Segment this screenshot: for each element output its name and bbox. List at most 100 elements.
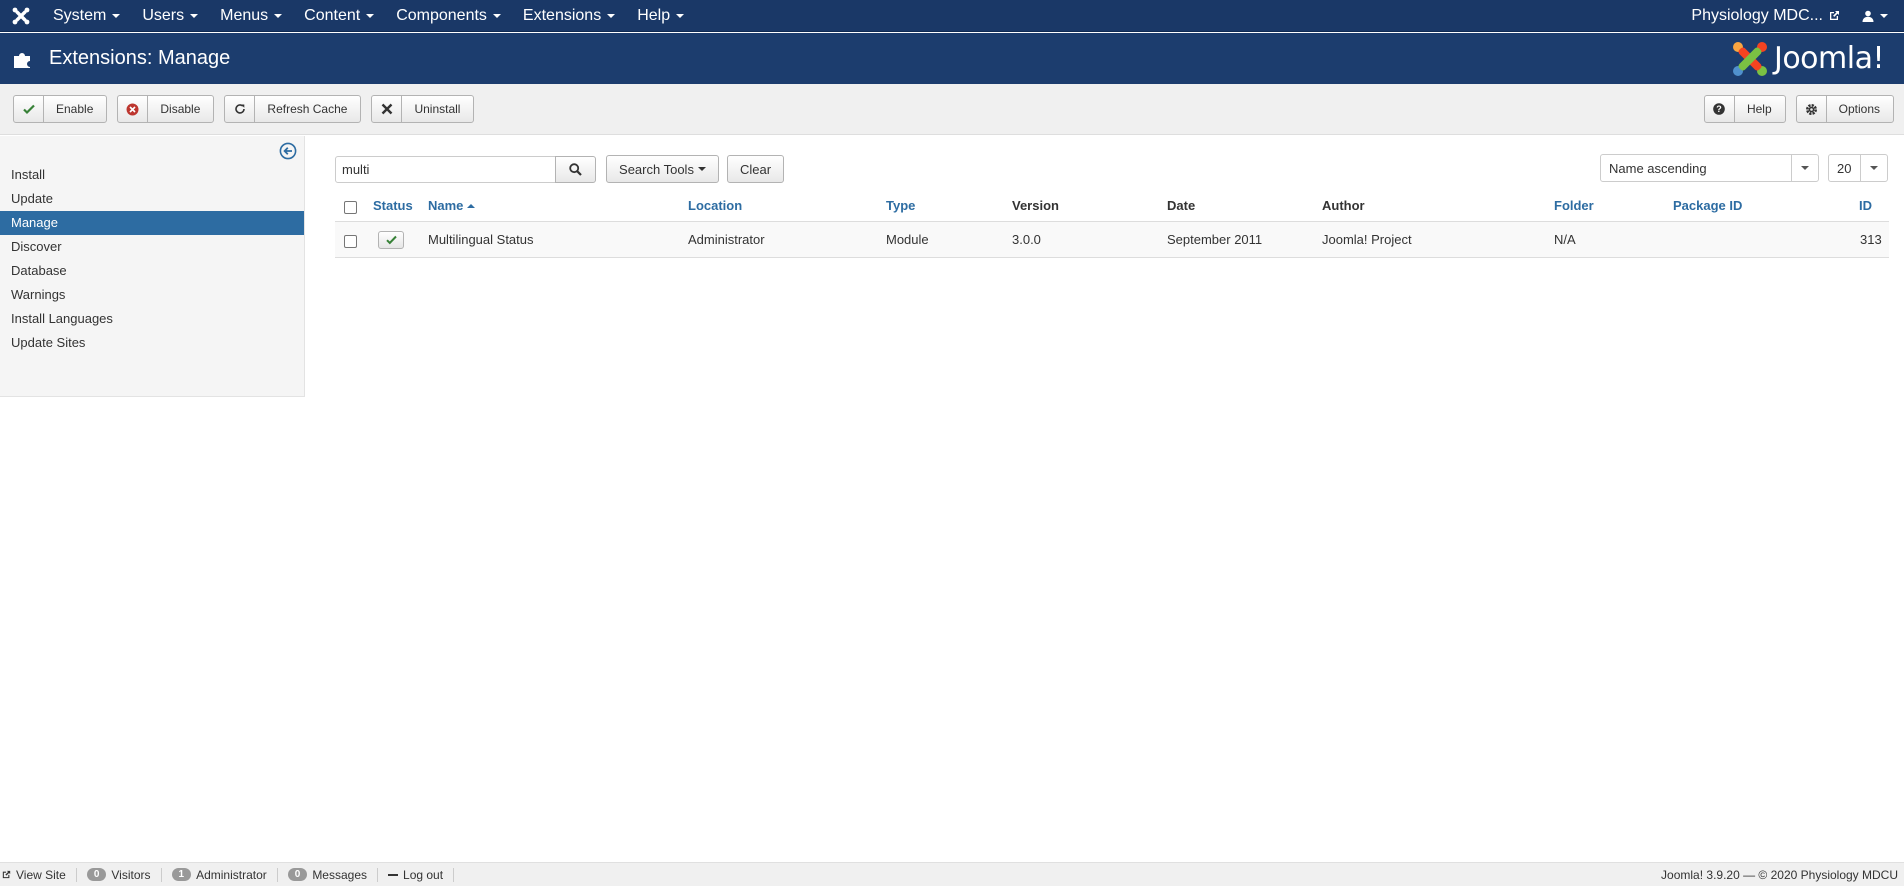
top-navbar: System Users Menus Content Components Ex… — [0, 0, 1904, 32]
type-cell: Module — [886, 232, 929, 247]
menu-label: Components — [396, 6, 487, 24]
menu-label: Menus — [220, 6, 269, 24]
date-cell: September 2011 — [1167, 232, 1263, 247]
disable-circle-icon — [118, 96, 149, 122]
view-site-link[interactable]: View Site — [0, 867, 77, 882]
sidebar-item-warnings[interactable]: Warnings — [0, 283, 304, 307]
user-menu[interactable] — [1850, 0, 1904, 32]
page-title: Extensions: Manage — [49, 47, 231, 69]
checkmark-icon — [14, 96, 44, 122]
copyright-text: Joomla! 3.9.20 — © 2020 Physiology MDCU — [1661, 867, 1898, 882]
menu-menus[interactable]: Menus — [209, 0, 293, 32]
external-link-icon — [2, 870, 11, 879]
refresh-icon — [225, 96, 256, 122]
toolbar: Enable Disable Refresh Cache Uninstall ?… — [0, 84, 1904, 135]
visitors-status[interactable]: 0 Visitors — [77, 867, 162, 882]
name-header[interactable]: Name — [428, 190, 476, 221]
name-cell: Multilingual Status — [428, 232, 534, 247]
messages-label: Messages — [312, 867, 368, 882]
sort-ascending-icon — [467, 203, 476, 208]
id-cell: 313 — [1860, 232, 1882, 247]
sidebar: Install Update Manage Discover Database … — [0, 136, 305, 397]
question-circle-icon: ? — [1705, 96, 1735, 122]
joomla-brand-icon — [1732, 41, 1767, 76]
menu-label: Users — [142, 6, 185, 24]
help-label: Help — [1746, 102, 1772, 116]
limit-value: 20 — [1837, 160, 1852, 176]
visitors-badge: 0 — [86, 868, 107, 881]
version-cell: 3.0.0 — [1012, 232, 1041, 247]
logout-link[interactable]: Log out — [378, 867, 455, 882]
sidebar-item-update-sites[interactable]: Update Sites — [0, 331, 304, 355]
menu-users[interactable]: Users — [131, 0, 209, 32]
ordering-select[interactable]: Name ascending — [1600, 154, 1819, 182]
page-header: Extensions: Manage Joomla! — [0, 33, 1904, 84]
menu-system[interactable]: System — [42, 0, 131, 32]
refresh-cache-button[interactable]: Refresh Cache — [224, 95, 362, 123]
clear-button[interactable]: Clear — [727, 155, 784, 183]
search-button[interactable] — [555, 156, 596, 183]
uninstall-button[interactable]: Uninstall — [371, 95, 475, 123]
limit-select[interactable]: 20 — [1828, 154, 1888, 182]
disable-label: Disable — [160, 102, 201, 116]
site-name: Physiology MDC... — [1691, 6, 1823, 24]
ordering-value: Name ascending — [1609, 160, 1707, 176]
sidebar-item-install[interactable]: Install — [0, 163, 304, 187]
menu-extensions[interactable]: Extensions — [512, 0, 626, 32]
sidebar-item-database[interactable]: Database — [0, 259, 304, 283]
extensions-table: Status Name Location Type Version Date A… — [335, 190, 1889, 258]
administrators-status[interactable]: 1 Administrator — [162, 867, 278, 882]
options-label: Options — [1838, 102, 1880, 116]
help-button[interactable]: ? Help — [1703, 95, 1786, 123]
joomla-brand-logo: Joomla! — [1730, 39, 1885, 79]
caret-down-icon — [492, 13, 501, 18]
select-all-cell — [344, 190, 357, 221]
caret-down-icon — [697, 167, 706, 171]
menu-content[interactable]: Content — [293, 0, 385, 32]
search-tools-button[interactable]: Search Tools — [606, 155, 719, 183]
main-menu: System Users Menus Content Components Ex… — [42, 0, 695, 32]
joomla-logo-icon[interactable] — [0, 0, 42, 32]
author-header: Author — [1322, 198, 1365, 213]
menu-label: Help — [637, 6, 671, 24]
date-header: Date — [1167, 198, 1196, 213]
enable-label: Enable — [56, 102, 94, 116]
sidebar-item-manage[interactable]: Manage — [0, 211, 304, 235]
version-header: Version — [1012, 198, 1059, 213]
options-button[interactable]: Options — [1795, 95, 1894, 123]
select-all-checkbox[interactable] — [344, 201, 357, 214]
sidebar-item-update[interactable]: Update — [0, 187, 304, 211]
messages-status[interactable]: 0 Messages — [278, 867, 379, 882]
name-header-label: Name — [428, 198, 464, 213]
menu-help[interactable]: Help — [626, 0, 695, 32]
caret-down-icon — [676, 13, 685, 18]
caret-down-icon — [190, 13, 199, 18]
search-input[interactable] — [335, 156, 556, 183]
table-header: Status Name Location Type Version Date A… — [335, 190, 1889, 222]
caret-down-icon — [1791, 155, 1818, 181]
type-header[interactable]: Type — [886, 190, 915, 221]
id-header[interactable]: ID — [1859, 190, 1872, 221]
menu-components[interactable]: Components — [385, 0, 512, 32]
status-header[interactable]: Status — [373, 190, 413, 221]
user-icon — [1862, 10, 1874, 22]
folder-cell: N/A — [1554, 232, 1576, 247]
folder-header[interactable]: Folder — [1554, 190, 1594, 221]
sidebar-item-install-languages[interactable]: Install Languages — [0, 307, 304, 331]
enable-button[interactable]: Enable — [13, 95, 108, 123]
location-header[interactable]: Location — [688, 190, 742, 221]
status-cell — [378, 222, 404, 257]
messages-badge: 0 — [287, 868, 308, 881]
sidebar-collapse-icon[interactable] — [279, 142, 297, 160]
package-id-header[interactable]: Package ID — [1673, 190, 1742, 221]
caret-down-icon — [1880, 13, 1888, 18]
row-checkbox[interactable] — [344, 235, 357, 248]
refresh-cache-label: Refresh Cache — [267, 102, 348, 116]
minus-icon — [388, 873, 399, 876]
sidebar-item-discover[interactable]: Discover — [0, 235, 304, 259]
disable-button[interactable]: Disable — [117, 95, 215, 123]
search-tools-label: Search Tools — [619, 161, 694, 177]
caret-down-icon — [112, 13, 121, 18]
status-toggle-button[interactable] — [378, 230, 404, 249]
site-link[interactable]: Physiology MDC... — [1681, 0, 1850, 32]
